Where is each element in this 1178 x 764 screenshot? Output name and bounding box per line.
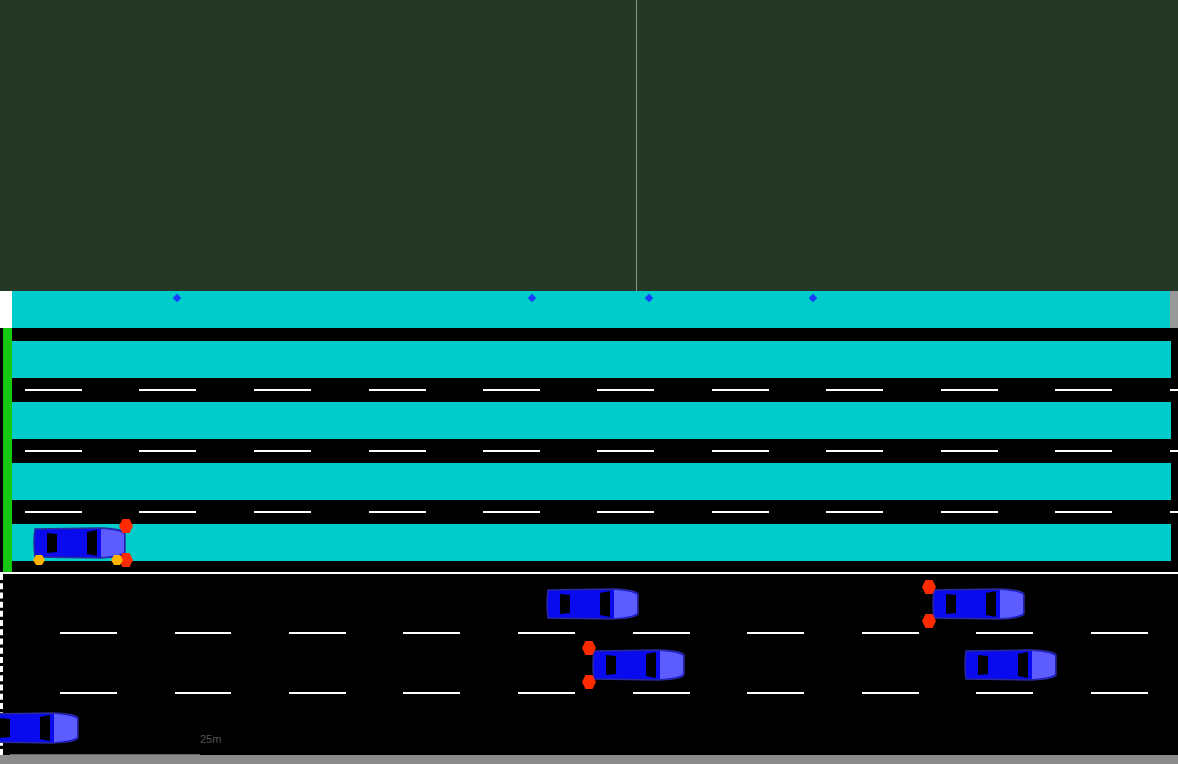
car — [0, 710, 80, 746]
upper-road — [0, 328, 1178, 572]
grass-area — [0, 0, 1178, 291]
green-signal — [3, 328, 12, 572]
scale-label: 25m — [198, 732, 223, 746]
scale-bar — [10, 754, 200, 755]
lane — [12, 402, 1171, 439]
car — [590, 647, 686, 683]
car — [544, 586, 640, 622]
road-edge — [0, 755, 1178, 764]
lane — [12, 463, 1171, 500]
lane — [12, 341, 1171, 378]
car — [962, 647, 1058, 683]
simulation-canvas: 25m — [0, 0, 1178, 764]
car — [31, 525, 127, 561]
car — [930, 586, 1026, 622]
lane — [12, 524, 1171, 561]
